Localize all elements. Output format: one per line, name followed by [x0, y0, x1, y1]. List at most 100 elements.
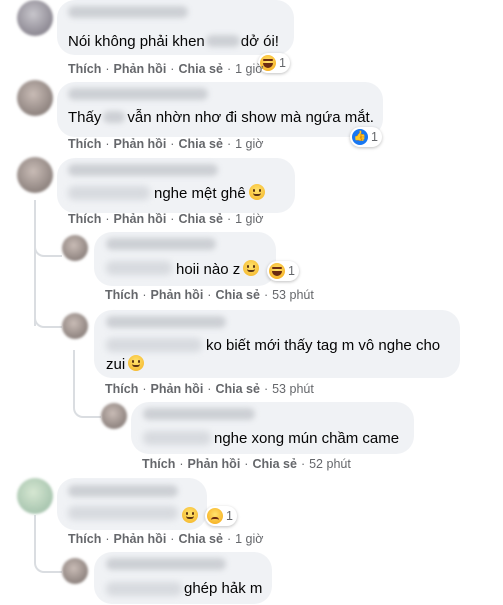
author-name-redacted[interactable]	[68, 485, 178, 497]
reaction-count: 1	[371, 130, 378, 144]
avatar[interactable]	[101, 403, 127, 429]
reply-button[interactable]: Phản hồi	[114, 62, 167, 76]
separator: ·	[300, 457, 306, 471]
like-button[interactable]: Thích	[68, 137, 101, 151]
laugh-emoji-icon	[128, 355, 145, 371]
share-button[interactable]: Chia sẻ	[215, 288, 259, 302]
like-icon: 👍	[352, 129, 368, 145]
comment-text-part: ghép hảk m	[184, 580, 263, 597]
timestamp[interactable]: 1 giờ	[235, 212, 263, 226]
separator: ·	[170, 62, 175, 76]
comment-text-part: nghe xong mún chầm came	[214, 430, 400, 447]
separator: ·	[244, 457, 249, 471]
author-name-redacted[interactable]	[68, 88, 208, 100]
avatar[interactable]	[62, 313, 88, 339]
share-button[interactable]: Chia sẻ	[252, 457, 296, 471]
reaction-count: 1	[288, 264, 295, 278]
comment-text: Nói không phải khen dở ói!	[68, 32, 279, 52]
author-name-redacted[interactable]	[106, 558, 226, 570]
redacted-text	[106, 582, 182, 596]
reply-button[interactable]: Phản hồi	[114, 212, 167, 226]
avatar[interactable]	[62, 235, 88, 261]
separator: ·	[226, 137, 232, 151]
comment-actions: Thích · Phản hồi · Chia sẻ · 1 giờ	[68, 62, 263, 76]
timestamp[interactable]: 53 phút	[272, 288, 314, 302]
timestamp[interactable]: 53 phút	[272, 382, 314, 396]
comment-actions: Thích · Phản hồi · Chia sẻ · 53 phút	[105, 288, 314, 302]
separator: ·	[170, 212, 175, 226]
like-button[interactable]: Thích	[105, 382, 138, 396]
reaction-summary[interactable]: 1	[267, 261, 299, 281]
like-button[interactable]: Thích	[142, 457, 175, 471]
comment-actions: Thích · Phản hồi · Chia sẻ · 52 phút	[142, 457, 351, 471]
separator: ·	[207, 382, 212, 396]
thread-line	[73, 350, 75, 400]
timestamp[interactable]: 1 giờ	[235, 62, 263, 76]
reply-button[interactable]: Phản hồi	[151, 288, 204, 302]
like-button[interactable]: Thích	[68, 62, 101, 76]
reaction-count: 1	[226, 509, 233, 523]
separator: ·	[226, 212, 232, 226]
comment-text: hoii nào z	[176, 260, 260, 280]
separator: ·	[105, 212, 110, 226]
comment-text: nghe xong mún chầm came	[214, 429, 399, 449]
comment-text-part: Thấy	[68, 109, 102, 126]
comment-actions: Thích · Phản hồi · Chia sẻ · 1 giờ	[68, 137, 263, 151]
timestamp[interactable]: 52 phút	[309, 457, 351, 471]
separator: ·	[207, 288, 212, 302]
share-button[interactable]: Chia sẻ	[215, 382, 259, 396]
separator: ·	[263, 288, 269, 302]
separator: ·	[226, 532, 232, 546]
avatar[interactable]	[17, 478, 53, 514]
separator: ·	[142, 288, 147, 302]
reply-button[interactable]: Phản hồi	[188, 457, 241, 471]
author-name-redacted[interactable]	[143, 408, 255, 420]
redacted-text	[103, 111, 126, 123]
separator: ·	[179, 457, 184, 471]
thread-corner	[34, 549, 62, 573]
avatar[interactable]	[17, 157, 53, 193]
avatar[interactable]	[17, 80, 53, 116]
comment-text-part: Nói không phải khen	[68, 33, 205, 50]
comment-text-line2: zui	[106, 355, 145, 375]
comment-text: ghép hảk m	[184, 579, 262, 599]
comment-actions: Thích · Phản hồi · Chia sẻ · 53 phút	[105, 382, 314, 396]
separator: ·	[105, 532, 110, 546]
share-button[interactable]: Chia sẻ	[178, 212, 222, 226]
separator: ·	[170, 137, 175, 151]
comment-text-part: nghe mệt ghê	[154, 185, 246, 202]
share-button[interactable]: Chia sẻ	[178, 62, 222, 76]
reaction-summary[interactable]: 👍 1	[350, 127, 382, 147]
reply-button[interactable]: Phản hồi	[151, 382, 204, 396]
like-button[interactable]: Thích	[105, 288, 138, 302]
share-button[interactable]: Chia sẻ	[178, 137, 222, 151]
comment-text-part: zui	[106, 356, 126, 373]
smile-emoji-icon	[248, 184, 265, 200]
author-name-redacted[interactable]	[68, 6, 188, 18]
author-name-redacted[interactable]	[68, 164, 218, 176]
timestamp[interactable]: 1 giờ	[235, 137, 263, 151]
reply-button[interactable]: Phản hồi	[114, 532, 167, 546]
haha-icon	[269, 263, 285, 279]
separator: ·	[105, 137, 110, 151]
avatar[interactable]	[62, 558, 88, 584]
thread-corner	[34, 235, 62, 257]
sad-icon	[207, 508, 223, 524]
like-button[interactable]: Thích	[68, 212, 101, 226]
redacted-text	[205, 35, 240, 47]
comment-text-part: ko biết mới thấy tag m vô nghe cho	[206, 337, 441, 354]
redacted-text	[143, 431, 211, 445]
author-name-redacted[interactable]	[106, 316, 226, 328]
comment-text: Thấy vẫn nhờn nhơ đi show mà ngứa mắt.	[68, 108, 374, 128]
redacted-text	[68, 506, 178, 520]
like-button[interactable]: Thích	[68, 532, 101, 546]
separator: ·	[105, 62, 110, 76]
smile-emoji-icon	[243, 260, 260, 276]
reply-button[interactable]: Phản hồi	[114, 137, 167, 151]
author-name-redacted[interactable]	[106, 238, 216, 250]
timestamp[interactable]: 1 giờ	[235, 532, 263, 546]
share-button[interactable]: Chia sẻ	[178, 532, 222, 546]
reaction-summary[interactable]: 1	[205, 506, 237, 526]
comment-actions: Thích · Phản hồi · Chia sẻ · 1 giờ	[68, 532, 263, 546]
avatar[interactable]	[17, 0, 53, 36]
